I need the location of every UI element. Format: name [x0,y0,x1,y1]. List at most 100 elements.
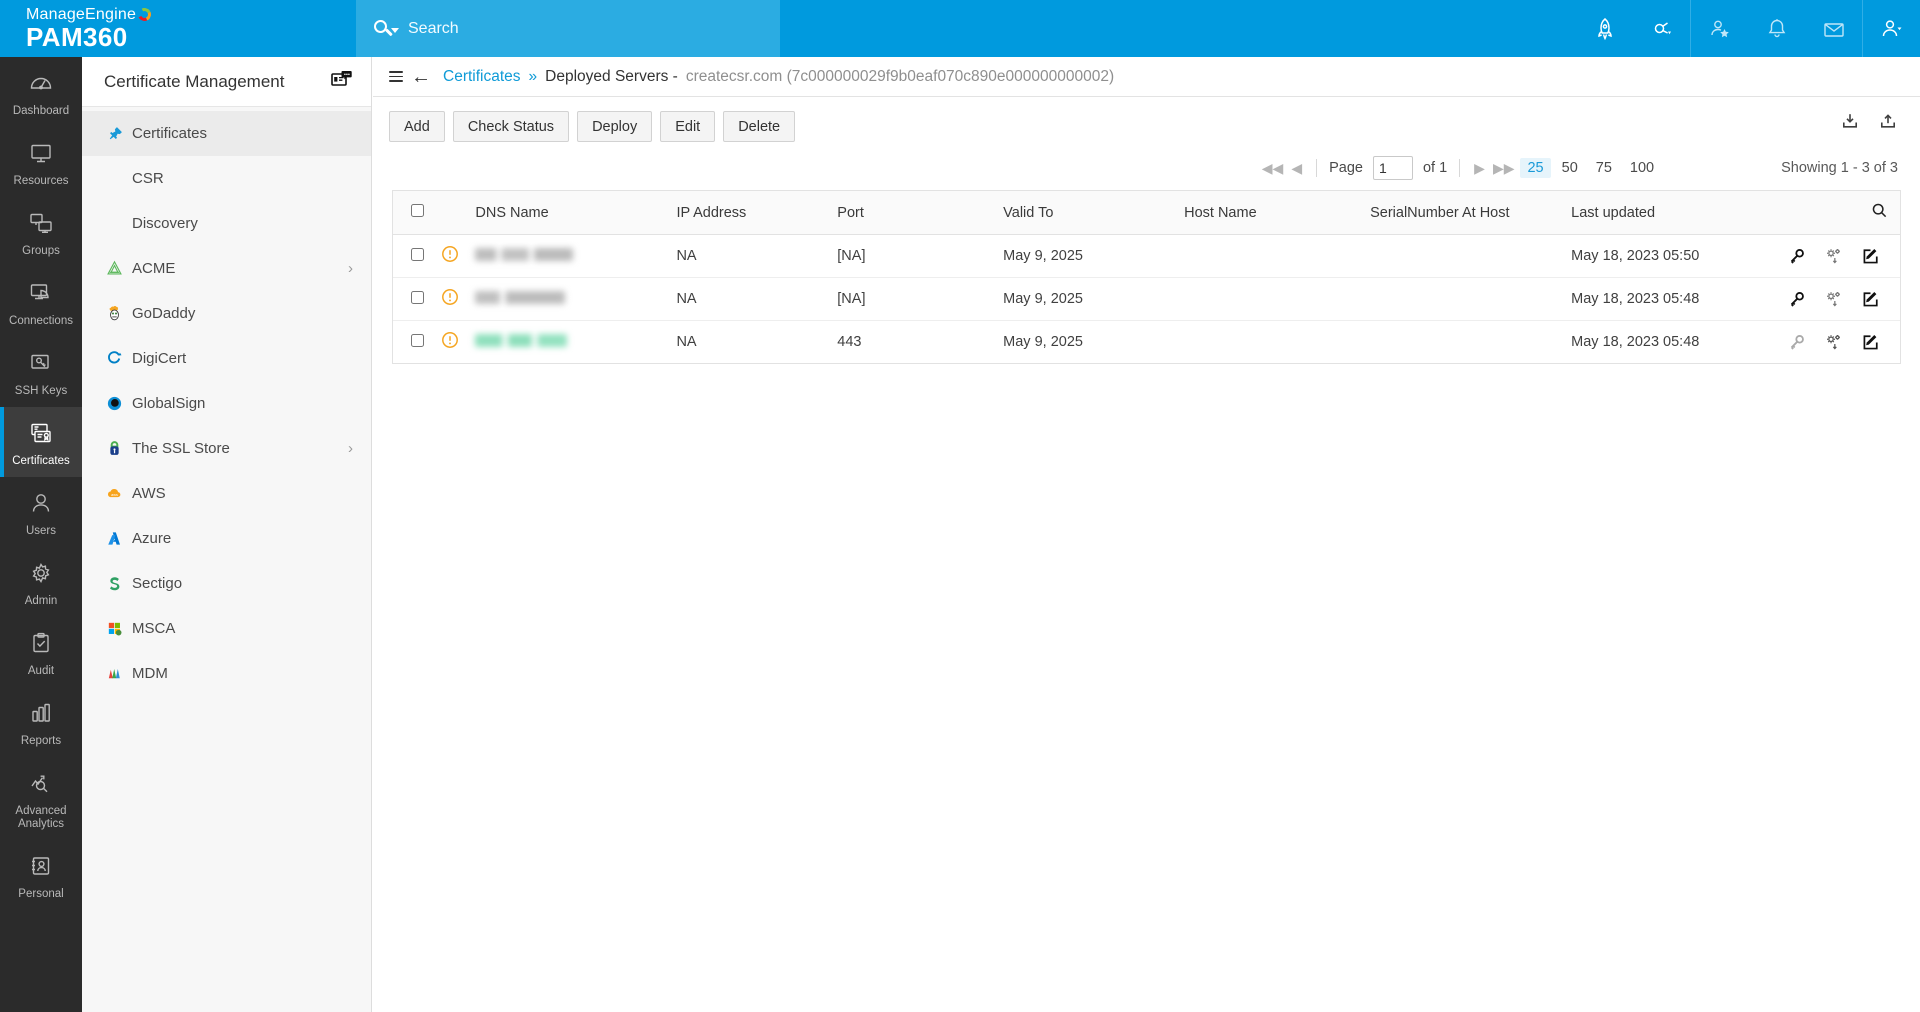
row-dns-name[interactable] [467,235,668,278]
add-button[interactable]: Add [389,111,445,142]
chevron-right-icon[interactable]: › [348,260,353,277]
global-search[interactable] [356,0,780,57]
sidebar-item-audit[interactable]: Audit [0,617,82,687]
menu-item-discovery[interactable]: Discovery [82,201,371,246]
edit-pencil-icon[interactable] [1861,333,1880,352]
search-icon[interactable] [1871,207,1888,223]
user-profile-icon[interactable] [1863,0,1920,57]
next-page-button[interactable]: ▶ [1472,160,1487,177]
delete-button[interactable]: Delete [723,111,795,142]
gears-deploy-icon[interactable] [1824,333,1843,352]
table-row[interactable]: NA [NA] May 9, 2025 May 18, 2023 05:48 [393,278,1900,321]
table-row[interactable]: NA 443 May 9, 2025 May 18, 2023 05:48 [393,321,1900,364]
first-page-button[interactable]: ◀◀ [1260,160,1286,177]
page-size-25[interactable]: 25 [1520,158,1550,178]
menu-item-msca[interactable]: MSCA [82,606,371,651]
user-star-icon[interactable] [1691,0,1748,57]
sidebar-item-reports[interactable]: Reports [0,687,82,757]
column-header-port[interactable]: Port [829,191,995,235]
warning-icon[interactable] [441,331,459,353]
sidebar-item-label: Audit [2,665,80,678]
breadcrumb: ← Certificates » Deployed Servers - crea… [373,57,1920,97]
brand-logo[interactable]: ManageEngine PAM360 [0,0,356,57]
menu-item-sectigo[interactable]: Sectigo [82,561,371,606]
prev-page-button[interactable]: ◀ [1289,160,1304,177]
sslstore-icon [106,440,123,457]
row-checkbox[interactable] [411,248,424,261]
table-row[interactable]: NA [NA] May 9, 2025 May 18, 2023 05:50 [393,235,1900,278]
row-checkbox[interactable] [411,334,424,347]
menu-item-label: MDM [132,665,353,682]
search-icon[interactable] [372,18,398,40]
column-header-serial-number[interactable]: SerialNumber At Host [1362,191,1563,235]
sidebar-item-users[interactable]: Users [0,477,82,547]
row-port: 443 [829,321,995,364]
back-arrow-icon[interactable]: ← [411,67,431,87]
menu-toggle-icon[interactable] [389,71,403,82]
column-header-ip-address[interactable]: IP Address [668,191,829,235]
edit-pencil-icon[interactable] [1861,290,1880,309]
page-number-input[interactable] [1373,156,1413,180]
download-icon[interactable] [1840,111,1860,136]
menu-item-godaddy[interactable]: GoDaddy [82,291,371,336]
row-dns-name[interactable] [467,321,668,364]
sidebar-item-connections[interactable]: Connections [0,267,82,337]
check-status-button[interactable]: Check Status [453,111,569,142]
edit-button[interactable]: Edit [660,111,715,142]
menu-item-mdm[interactable]: MDM [82,651,371,696]
sidebar-item-certificates[interactable]: Certificates [0,407,82,477]
clipboard-check-icon [28,628,54,658]
gears-deploy-icon[interactable] [1824,247,1843,266]
row-serial-number [1362,278,1563,321]
column-header-host-name[interactable]: Host Name [1176,191,1362,235]
mail-icon[interactable] [1805,0,1862,57]
export-icon[interactable] [1878,111,1898,136]
bell-icon[interactable] [1748,0,1805,57]
column-header-valid-to[interactable]: Valid To [995,191,1176,235]
row-checkbox[interactable] [411,291,424,304]
warning-icon[interactable] [441,288,459,310]
breadcrumb-root-link[interactable]: Certificates [443,68,521,86]
sidebar-item-resources[interactable]: Resources [0,127,82,197]
page-size-50[interactable]: 50 [1555,158,1585,178]
warning-icon[interactable] [441,245,459,267]
sidebar-item-groups[interactable]: Groups [0,197,82,267]
page-size-75[interactable]: 75 [1589,158,1619,178]
menu-item-certificates[interactable]: Certificates [82,111,371,156]
page-size-100[interactable]: 100 [1623,158,1661,178]
row-dns-name[interactable] [467,278,668,321]
menu-item-aws[interactable]: aws AWS [82,471,371,516]
gears-deploy-icon[interactable] [1824,290,1843,309]
menu-item-digicert[interactable]: DigiCert [82,336,371,381]
sidebar-item-advanced-analytics[interactable]: Advanced Analytics [0,757,82,840]
chevron-right-icon[interactable]: › [348,440,353,457]
key-icon[interactable] [1787,290,1806,309]
pagination-divider [1316,159,1317,177]
key-icon[interactable] [1787,247,1806,266]
sidebar-item-dashboard[interactable]: Dashboard [0,57,82,127]
id-card-chat-icon[interactable] [331,70,353,93]
menu-item-acme[interactable]: ACME › [82,246,371,291]
last-page-button[interactable]: ▶▶ [1491,160,1517,177]
sidebar-item-ssh-keys[interactable]: SSH Keys [0,337,82,407]
pagination-divider-2 [1459,159,1460,177]
deploy-button[interactable]: Deploy [577,111,652,142]
menu-item-the-ssl-store[interactable]: The SSL Store › [82,426,371,471]
row-actions-cell [1779,321,1900,364]
column-header-dns-name[interactable]: DNS Name [467,191,668,235]
link-dropdown-icon[interactable] [1633,0,1690,57]
panel-menu: Certificates CSR Discovery ACME › [82,107,371,696]
edit-pencil-icon[interactable] [1861,247,1880,266]
menu-item-csr[interactable]: CSR [82,156,371,201]
rocket-icon[interactable] [1576,0,1633,57]
select-all-checkbox[interactable] [411,204,424,217]
menu-item-azure[interactable]: Azure [82,516,371,561]
column-header-last-updated[interactable]: Last updated [1563,191,1779,235]
row-serial-number [1362,321,1563,364]
sidebar-item-personal[interactable]: Personal [0,840,82,910]
sidebar-item-admin[interactable]: Admin [0,547,82,617]
menu-item-globalsign[interactable]: GlobalSign [82,381,371,426]
key-icon[interactable] [1787,333,1806,352]
row-last-updated: May 18, 2023 05:48 [1563,278,1779,321]
search-input[interactable] [408,20,738,38]
